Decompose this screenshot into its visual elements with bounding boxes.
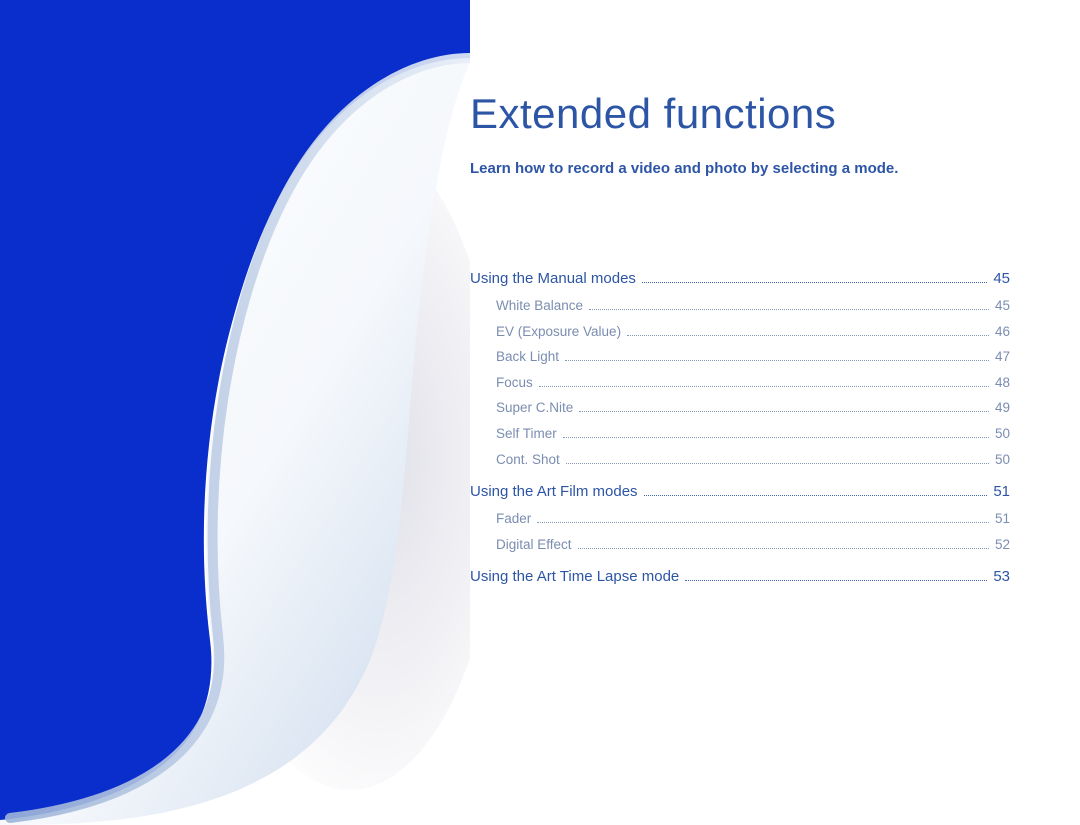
toc-subitem[interactable]: Cont. Shot 50 [470, 449, 1010, 471]
toc-page-number: 52 [995, 534, 1010, 556]
toc-leader-dots [644, 495, 988, 496]
toc-section[interactable]: Using the Manual modes 45 [470, 267, 1010, 291]
toc-label: Cont. Shot [496, 449, 560, 471]
toc-leader-dots [627, 335, 989, 336]
toc-page-number: 51 [993, 480, 1010, 504]
toc-label: Back Light [496, 346, 559, 368]
toc-label: White Balance [496, 295, 583, 317]
table-of-contents: Using the Manual modes 45 White Balance 45 E… [470, 267, 1010, 589]
toc-label: Digital Effect [496, 534, 572, 556]
toc-page-number: 45 [993, 267, 1010, 291]
toc-label: Fader [496, 508, 531, 530]
toc-page-number: 46 [995, 321, 1010, 343]
toc-page-number: 49 [995, 397, 1010, 419]
toc-subitem[interactable]: Digital Effect 52 [470, 534, 1010, 556]
page-curl-graphic [0, 0, 470, 825]
page-content: Extended functions Learn how to record a… [470, 90, 1010, 593]
toc-leader-dots [578, 548, 989, 549]
page-subtitle: Learn how to record a video and photo by… [470, 160, 1010, 177]
toc-page-number: 51 [995, 508, 1010, 530]
toc-leader-dots [579, 411, 989, 412]
toc-page-number: 45 [995, 295, 1010, 317]
toc-subitem[interactable]: EV (Exposure Value) 46 [470, 321, 1010, 343]
page-title: Extended functions [470, 90, 1010, 138]
toc-label: Super C.Nite [496, 397, 573, 419]
toc-leader-dots [565, 360, 989, 361]
toc-leader-dots [642, 282, 987, 283]
toc-leader-dots [685, 580, 987, 581]
toc-page-number: 50 [995, 423, 1010, 445]
toc-subitem[interactable]: Self Timer 50 [470, 423, 1010, 445]
toc-label: Using the Manual modes [470, 267, 636, 291]
toc-label: Using the Art Time Lapse mode [470, 565, 679, 589]
toc-label: Focus [496, 372, 533, 394]
toc-label: Using the Art Film modes [470, 480, 638, 504]
toc-leader-dots [566, 463, 989, 464]
toc-page-number: 48 [995, 372, 1010, 394]
toc-label: Self Timer [496, 423, 557, 445]
toc-page-number: 50 [995, 449, 1010, 471]
toc-section[interactable]: Using the Art Time Lapse mode 53 [470, 565, 1010, 589]
toc-subitem[interactable]: Fader 51 [470, 508, 1010, 530]
toc-subitem[interactable]: Super C.Nite 49 [470, 397, 1010, 419]
toc-leader-dots [539, 386, 989, 387]
toc-page-number: 53 [993, 565, 1010, 589]
toc-label: EV (Exposure Value) [496, 321, 621, 343]
toc-page-number: 47 [995, 346, 1010, 368]
toc-leader-dots [589, 309, 989, 310]
toc-subitem[interactable]: Back Light 47 [470, 346, 1010, 368]
toc-subitem[interactable]: Focus 48 [470, 372, 1010, 394]
toc-section[interactable]: Using the Art Film modes 51 [470, 480, 1010, 504]
toc-subitem[interactable]: White Balance 45 [470, 295, 1010, 317]
toc-leader-dots [563, 437, 989, 438]
toc-leader-dots [537, 522, 989, 523]
